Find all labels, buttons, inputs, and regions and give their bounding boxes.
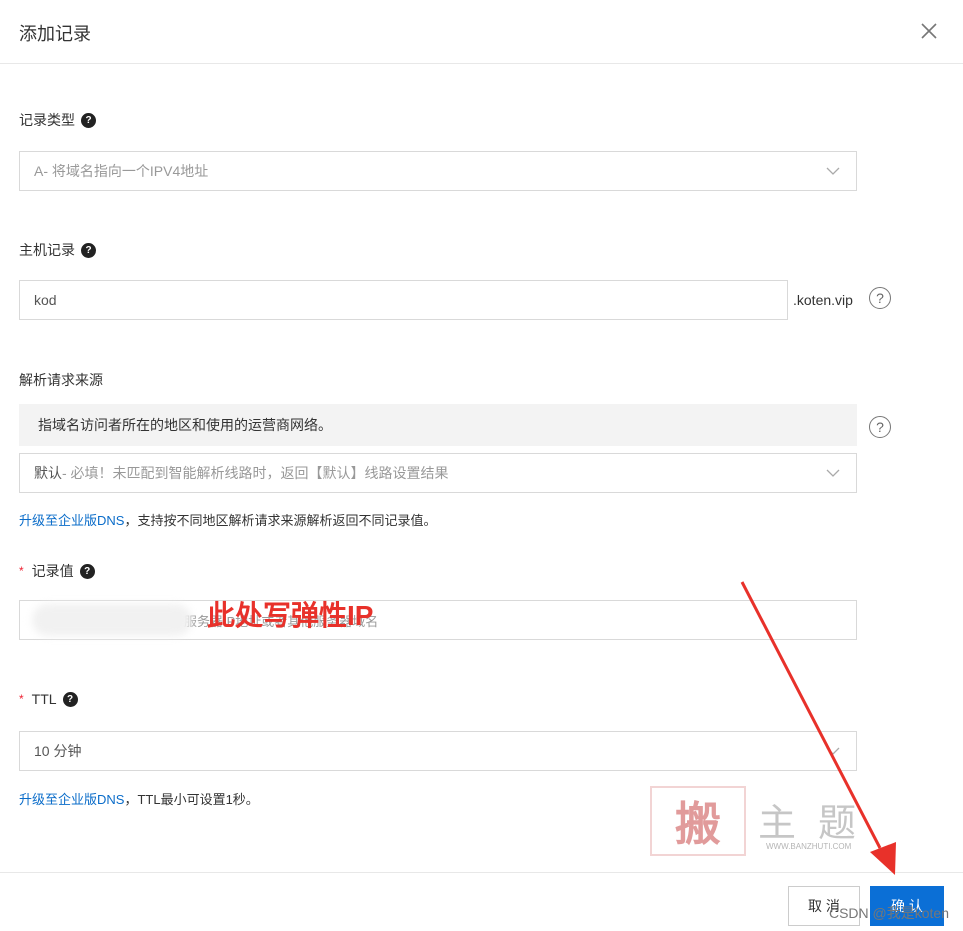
ttl-value: 10 分钟 [34,743,82,759]
record-value-label-text: 记录值 [31,563,74,579]
blurred-value [32,604,192,636]
required-mark: * [19,692,24,706]
watermark-seal: 搬 [650,786,746,856]
source-line-select[interactable]: 默认 - 必填！未匹配到智能解析线路时，返回【默认】线路设置结果 [19,453,857,493]
source-line-desc: - 必填！未匹配到智能解析线路时，返回【默认】线路设置结果 [62,465,449,481]
record-type-label: 记录类型 ? [19,110,96,130]
help-circle-icon[interactable]: ? [869,287,891,309]
upgrade-dns-link[interactable]: 升级至企业版DNS [19,792,124,807]
dialog-header: 添加记录 [0,0,963,64]
record-type-value: A- 将域名指向一个IPV4地址 [34,163,209,179]
help-icon[interactable]: ? [62,691,78,707]
required-mark: * [19,564,24,578]
close-icon[interactable] [919,20,939,42]
ttl-label: * TTL ? [19,691,78,707]
chevron-down-icon [826,747,840,755]
domain-suffix: .koten.vip [793,292,853,308]
upgrade-dns-link[interactable]: 升级至企业版DNS [19,513,124,528]
source-notice: 指域名访问者所在的地区和使用的运营商网络。 [19,404,857,446]
record-type-select[interactable]: A- 将域名指向一个IPV4地址 [19,151,857,191]
annotation-text: 此处写弹性IP [207,600,374,631]
source-line-default: 默认 [34,465,62,481]
help-circle-icon[interactable]: ? [869,416,891,438]
help-icon[interactable]: ? [81,112,96,128]
source-upgrade-rest: ，支持按不同地区解析请求来源解析返回不同记录值。 [124,513,437,528]
source-label: 解析请求来源 [19,370,103,390]
help-icon[interactable]: ? [79,563,95,579]
source-upgrade-hint: 升级至企业版DNS，支持按不同地区解析请求来源解析返回不同记录值。 [19,510,436,529]
chevron-down-icon [826,167,840,175]
chevron-down-icon [826,469,840,477]
host-input[interactable]: kod [19,280,788,320]
ttl-select[interactable]: 10 分钟 [19,731,857,771]
record-type-label-text: 记录类型 [19,112,75,128]
host-label: 主机记录 ? [19,240,96,260]
csdn-credit: CSDN @我是koten [828,905,949,921]
watermark-url: WWW.BANZHUTI.COM [766,842,852,851]
ttl-label-text: TTL [31,691,57,707]
host-label-text: 主机记录 [19,242,75,258]
help-icon[interactable]: ? [81,242,96,258]
ttl-upgrade-rest: ，TTL最小可设置1秒。 [124,792,259,807]
watermark-text: 主题 [758,801,879,845]
site-watermark: 搬 主题 WWW.BANZHUTI.COM [650,786,880,856]
record-value-label: * 记录值 ? [19,561,95,581]
host-input-value: kod [34,292,57,308]
source-label-text: 解析请求来源 [19,372,103,388]
record-value-input[interactable]: 服务器IP地址或者其他服务器域名 [19,600,857,640]
source-notice-text: 指域名访问者所在的地区和使用的运营商网络。 [38,417,332,433]
ttl-upgrade-hint: 升级至企业版DNS，TTL最小可设置1秒。 [19,789,259,808]
dialog-title: 添加记录 [19,24,91,44]
